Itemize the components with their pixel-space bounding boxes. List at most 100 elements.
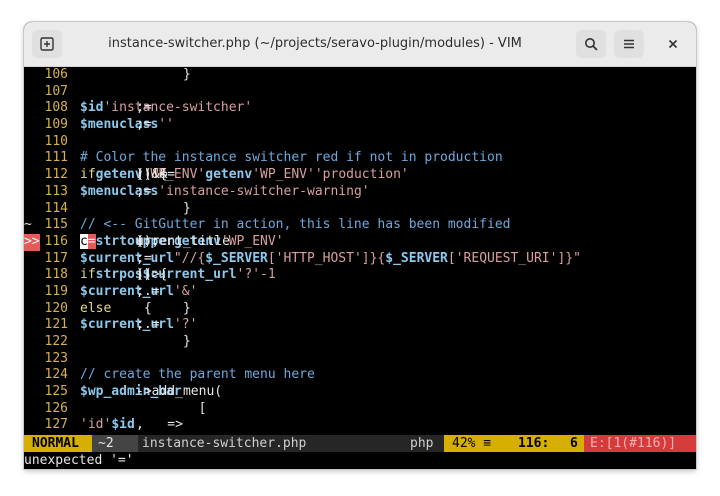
error-indicator: E:[1(#116)] — [584, 435, 696, 452]
code-line[interactable]: 123 — [24, 351, 696, 368]
menu-button[interactable] — [614, 30, 644, 58]
close-button[interactable] — [658, 30, 688, 58]
code-token: $_SERVER — [385, 250, 448, 266]
code-token: ->add_menu( — [136, 384, 223, 400]
code-text: $id = 'instance-switcher'; — [80, 100, 252, 117]
code-token: } — [136, 67, 191, 82]
code-text: // create the parent menu here — [80, 367, 315, 384]
percent-indicator: 42% ≡ — [444, 435, 514, 452]
code-text: $current_url = "//{$_SERVER['HTTP_HOST']… — [80, 251, 581, 268]
code-line[interactable]: 122 } — [24, 334, 696, 351]
code-line[interactable]: 109 $menuclass = ''; — [24, 117, 696, 134]
code-token: -1 — [260, 267, 276, 283]
line-number: 123 — [44, 350, 68, 366]
code-text: if ( getenv('WP_ENV') && getenv('WP_ENV'… — [80, 167, 409, 184]
code-line[interactable]: 127 'id' => $id, — [24, 417, 696, 434]
line-indicator: 116: — [506, 435, 596, 452]
line-number: 121 — [44, 317, 68, 333]
code-line[interactable]: 110 — [24, 134, 696, 151]
close-icon — [668, 39, 678, 49]
code-token: => — [136, 417, 191, 433]
code-token: } — [136, 334, 191, 349]
code-line[interactable]: >> 116 c urrent_title = strtoupper(getenv(… — [24, 233, 696, 251]
code-text: $menuclass = ''; — [80, 117, 174, 134]
editor-buffer[interactable]: 106 } 107 108 $id = 'instance-switcher'; 10… — [24, 67, 696, 435]
code-line[interactable]: 112 if ( getenv('WP_ENV') && getenv('WP_… — [24, 167, 696, 184]
code-text: $current_url .= '?'; — [80, 317, 197, 334]
code-line[interactable]: 114 } — [24, 201, 696, 218]
line-number: 107 — [44, 83, 68, 99]
code-line[interactable]: 124 // create the parent menu here — [24, 367, 696, 384]
code-line[interactable]: 107 — [24, 84, 696, 101]
code-text: $current_url .= '&'; — [80, 284, 197, 301]
code-token: { — [136, 300, 152, 316]
code-line[interactable]: 125 $wp_admin_bar ->add_menu( — [24, 384, 696, 401]
code-token: ; — [136, 100, 144, 116]
code-token: '?' — [236, 267, 261, 283]
new-tab-button[interactable] — [32, 30, 62, 58]
new-tab-icon — [40, 37, 54, 51]
code-line[interactable]: ~115 // <-- GitGutter in action, this li… — [24, 217, 696, 234]
code-token: 'WP_ENV' — [252, 167, 315, 183]
git-hunks-indicator: ~2 — [92, 435, 138, 452]
search-button[interactable] — [576, 30, 606, 58]
line-number: 124 — [44, 367, 68, 383]
code-token: [ — [136, 400, 207, 416]
line-number: 119 — [44, 283, 68, 299]
mode-indicator: NORMAL — [24, 435, 100, 452]
error-highlight: = — [87, 233, 96, 249]
code-token: if — [80, 267, 96, 283]
code-line[interactable]: 113 $menuclass = 'instance-switcher-warn… — [24, 184, 696, 201]
code-text: } else { — [80, 301, 191, 318]
status-filetype: php — [410, 436, 434, 451]
line-number: 110 — [44, 133, 68, 149]
code-token: getenv — [205, 167, 253, 183]
status-line: NORMAL ~2 instance-switcher.php php 42% … — [24, 435, 696, 452]
code-line[interactable]: 108 $id = 'instance-switcher'; — [24, 100, 696, 117]
line-number: 114 — [44, 200, 68, 216]
code-line[interactable]: 118 if ( strpos($current_url, '?') > -1 … — [24, 267, 696, 284]
code-line[interactable]: 121 $current_url .= '?'; — [24, 317, 696, 334]
code-token: , — [136, 417, 144, 433]
code-token: ) { — [136, 167, 168, 183]
code-token: ; — [136, 283, 144, 299]
text-cursor: c — [80, 233, 88, 249]
code-line[interactable]: 111 # Color the instance switcher red if… — [24, 150, 696, 167]
code-line[interactable]: 126 [ — [24, 401, 696, 418]
line-number: 118 — [44, 267, 68, 283]
hamburger-menu-icon — [624, 39, 634, 49]
window-title: instance-switcher.php (~/projects/seravo… — [108, 36, 522, 51]
code-line[interactable]: 106 } — [24, 67, 696, 84]
column-indicator: 6 — [570, 436, 578, 451]
code-token: ) { — [136, 267, 168, 283]
line-number: 125 — [44, 384, 68, 400]
line-number: 111 — [44, 150, 68, 166]
line-number: 116 — [44, 233, 68, 249]
code-line[interactable]: 119 $current_url .= '&'; — [24, 284, 696, 301]
code-token: ['HTTP_HOST']}{ — [267, 250, 386, 266]
code-token: ; — [136, 117, 144, 133]
code-text: 'id' => $id, — [80, 417, 183, 434]
code-token: $id — [80, 100, 104, 116]
code-token: ['REQUEST_URI']}" — [447, 250, 581, 266]
command-line[interactable]: unexpected '=' — [24, 452, 696, 469]
code-token: 'production' — [314, 167, 409, 183]
code-token: $_SERVER — [205, 250, 268, 266]
vim-window: instance-switcher.php (~/projects/seravo… — [24, 22, 696, 469]
code-token: // create the parent menu here — [80, 367, 315, 383]
status-filename: instance-switcher.php — [142, 436, 307, 451]
line-number: 109 — [44, 117, 68, 133]
code-token: ; — [136, 183, 144, 199]
code-line[interactable]: 117 $current_url = "//{$_SERVER['HTTP_HO… — [24, 251, 696, 268]
line-number: 112 — [44, 167, 68, 183]
line-number: 108 — [44, 100, 68, 116]
code-line[interactable]: 120 } else { — [24, 301, 696, 318]
code-token: ; — [136, 317, 144, 333]
code-text: # Color the instance switcher red if not… — [80, 150, 503, 167]
code-token: 'id' — [80, 417, 112, 433]
code-text: if ( strpos($current_url, '?') > -1 ) { — [80, 267, 276, 284]
line-number: 120 — [44, 300, 68, 316]
